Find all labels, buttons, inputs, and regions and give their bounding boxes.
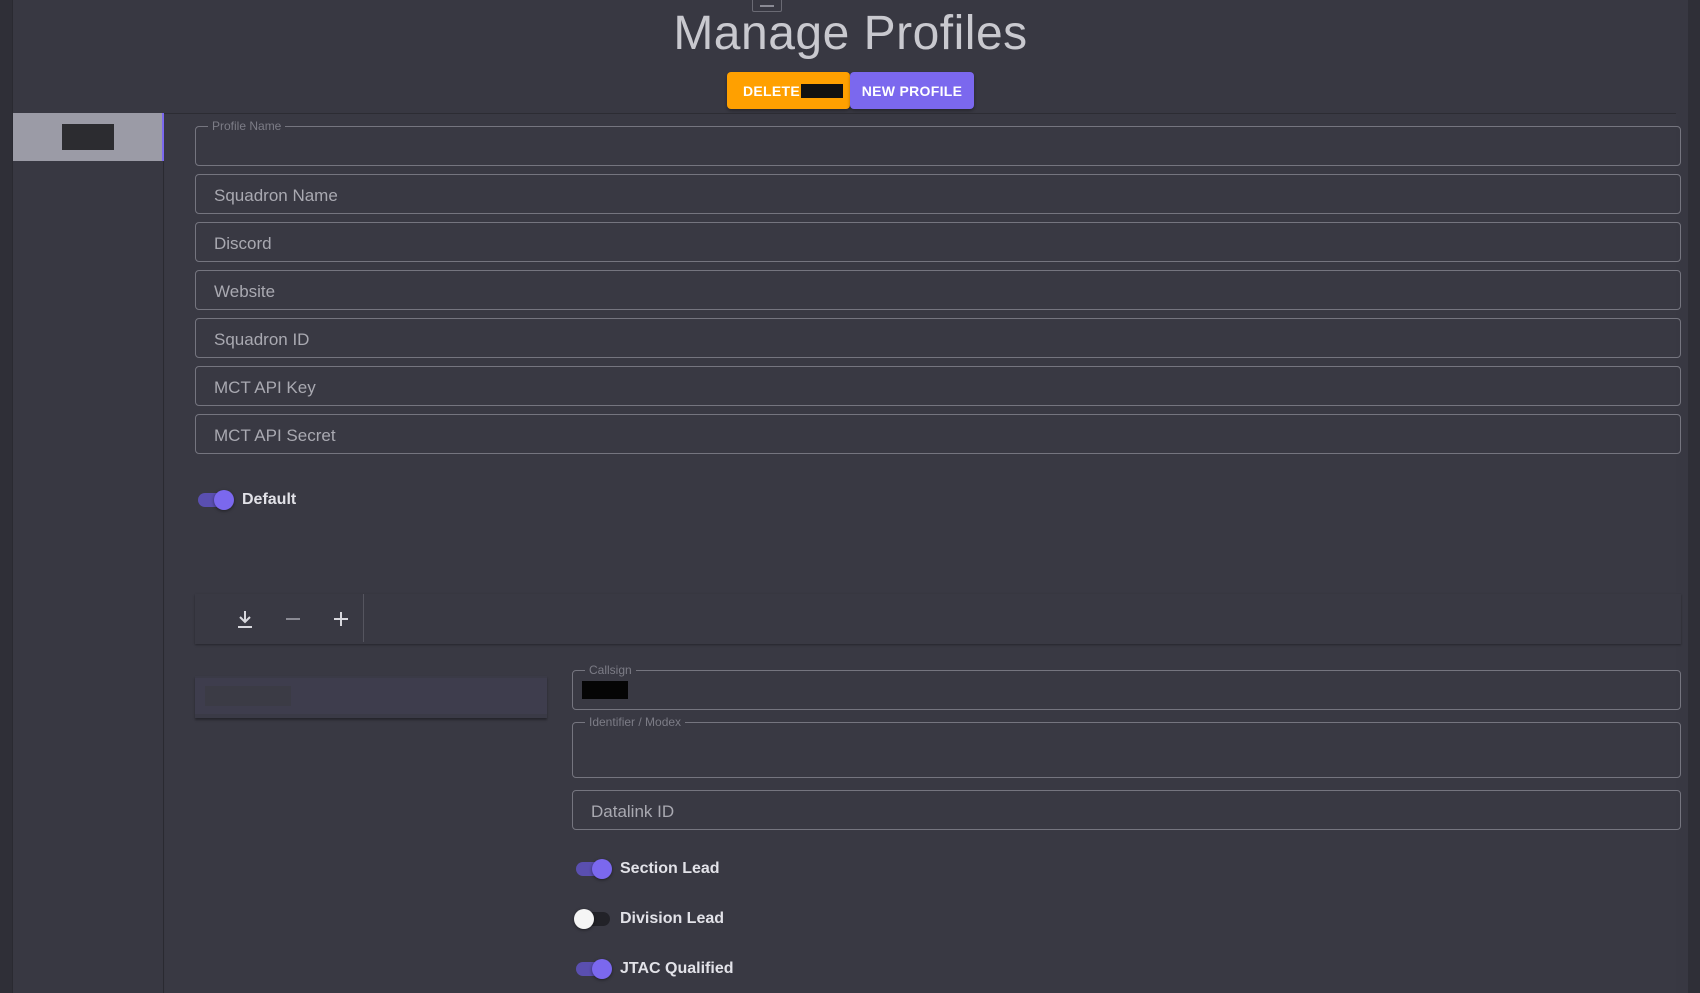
squadron-id-placeholder: Squadron ID xyxy=(214,330,310,349)
division-lead-toggle[interactable]: Division Lead xyxy=(574,909,725,929)
default-toggle-track xyxy=(198,490,234,510)
mct-api-key-placeholder: MCT API Key xyxy=(214,378,316,397)
profile-editor-panel: Profile Name Squadron Name Discord Websi… xyxy=(165,114,1681,993)
website-field[interactable]: Website xyxy=(195,270,1681,310)
redacted-text xyxy=(801,83,844,98)
datalink-id-field[interactable]: Datalink ID xyxy=(572,790,1681,830)
list-item[interactable] xyxy=(195,678,547,714)
profile-name-label: Profile Name xyxy=(208,119,286,133)
jtac-qualified-toggle-knob xyxy=(592,959,612,979)
identifier-modex-field[interactable]: Identifier / Modex xyxy=(572,715,1681,778)
delete-button-label: DELETE xyxy=(743,82,801,99)
division-lead-toggle-track xyxy=(574,909,610,929)
default-toggle-label: Default xyxy=(242,491,297,508)
download-icon[interactable] xyxy=(230,604,260,634)
division-lead-label: Division Lead xyxy=(620,910,725,927)
toolbar-divider xyxy=(363,594,364,642)
redacted-profile-name xyxy=(62,124,114,150)
section-lead-label: Section Lead xyxy=(620,860,720,877)
mct-api-secret-placeholder: MCT API Secret xyxy=(214,426,336,445)
jtac-qualified-toggle[interactable]: JTAC Qualified xyxy=(576,959,734,979)
squadron-id-field[interactable]: Squadron ID xyxy=(195,318,1681,358)
default-toggle[interactable]: Default xyxy=(198,490,297,510)
identifier-modex-label: Identifier / Modex xyxy=(585,715,686,729)
mct-api-secret-field[interactable]: MCT API Secret xyxy=(195,414,1681,454)
delete-profile-button[interactable]: DELETE xyxy=(727,72,850,109)
pilot-toolbar xyxy=(195,594,1681,644)
sidebar-item-profile[interactable] xyxy=(13,113,164,161)
division-lead-toggle-knob xyxy=(574,909,594,929)
discord-field[interactable]: Discord xyxy=(195,222,1681,262)
profile-sidebar xyxy=(13,113,164,993)
new-profile-button[interactable]: NEW PROFILE xyxy=(850,72,974,109)
callsign-label: Callsign xyxy=(585,663,636,677)
jtac-qualified-label: JTAC Qualified xyxy=(620,960,734,977)
page-title: Manage Profiles xyxy=(673,7,1028,60)
section-lead-toggle-track xyxy=(576,859,612,879)
mct-api-key-field[interactable]: MCT API Key xyxy=(195,366,1681,406)
redacted-callsign xyxy=(582,681,628,699)
datalink-id-placeholder: Datalink ID xyxy=(591,802,675,821)
callsign-field[interactable]: Callsign xyxy=(572,663,1681,710)
website-placeholder: Website xyxy=(214,282,276,301)
section-lead-toggle[interactable]: Section Lead xyxy=(576,859,720,879)
squadron-name-placeholder: Squadron Name xyxy=(214,186,338,205)
discord-placeholder: Discord xyxy=(214,234,272,253)
squadron-name-field[interactable]: Squadron Name xyxy=(195,174,1681,214)
profile-name-field[interactable]: Profile Name xyxy=(195,119,1681,166)
jtac-qualified-toggle-track xyxy=(576,959,612,979)
default-toggle-knob xyxy=(214,490,234,510)
plus-icon[interactable] xyxy=(326,604,356,634)
pilot-list xyxy=(195,676,547,718)
app-window: Manage Profiles DELETE NEW PROFILE Profi… xyxy=(12,0,1688,993)
minus-icon[interactable] xyxy=(278,604,308,634)
section-lead-toggle-knob xyxy=(592,859,612,879)
redacted-pilot-name xyxy=(205,686,291,706)
